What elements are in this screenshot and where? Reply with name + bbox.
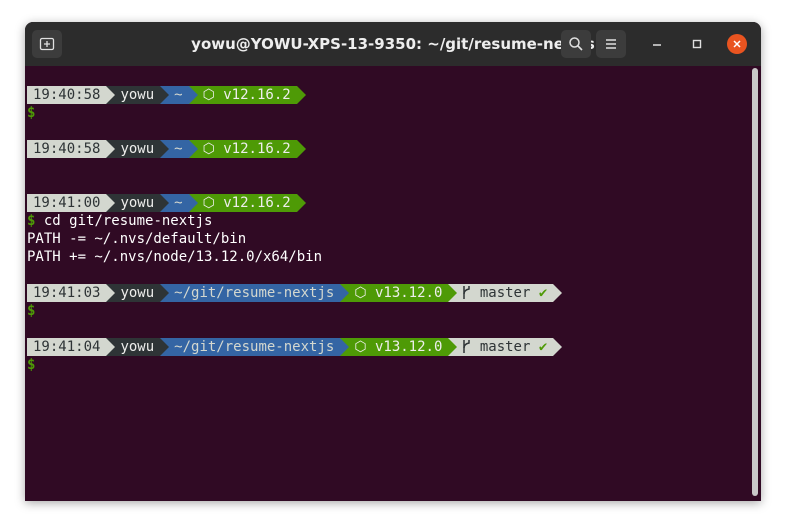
terminal-output[interactable]: 19:40:58 yowu ~ ⬡ v12.16.2 $ 19:40:58 yo… (25, 66, 761, 501)
git-branch-icon (463, 286, 471, 299)
scrollbar[interactable] (752, 68, 758, 496)
prompt-time: 19:40:58 (27, 86, 116, 104)
title-bar[interactable]: yowu@YOWU-XPS-13-9350: ~/git/resume-next… (25, 22, 761, 66)
prompt-time: 19:41:03 (27, 284, 116, 302)
output-line: PATH += ~/.nvs/node/13.12.0/x64/bin (27, 249, 323, 265)
git-branch-name: master (479, 339, 531, 355)
prompt-node-version: ⬡ v12.16.2 (188, 194, 306, 212)
git-clean-icon: ✔ (538, 339, 548, 355)
prompt-line: 19:41:00 yowu ~ ⬡ v12.16.2 (27, 194, 306, 212)
prompt-symbol: $ (27, 105, 36, 121)
menu-button[interactable] (596, 30, 626, 58)
command-line: $ (27, 302, 35, 320)
minimize-button[interactable] (647, 34, 667, 54)
command-line: $ (27, 104, 35, 122)
git-branch-icon (463, 340, 471, 353)
prompt-symbol: $ (27, 213, 36, 229)
prompt-time: 19:40:58 (27, 140, 116, 158)
command-line: $ (27, 356, 35, 374)
prompt-line: 19:40:58 yowu ~ ⬡ v12.16.2 (27, 86, 306, 104)
minimize-icon (653, 44, 661, 46)
prompt-line: 19:41:03 yowu ~/git/resume-nextjs ⬡ v13.… (27, 284, 563, 302)
prompt-git: master ✔ (448, 338, 563, 356)
new-tab-button[interactable] (32, 30, 62, 58)
prompt-line: 19:41:04 yowu ~/git/resume-nextjs ⬡ v13.… (27, 338, 563, 356)
prompt-node-version: ⬡ v12.16.2 (188, 86, 306, 104)
maximize-icon (692, 39, 702, 49)
close-button[interactable] (727, 34, 747, 54)
command-text: cd git/resume-nextjs (43, 213, 213, 229)
close-icon (733, 40, 741, 48)
search-button[interactable] (561, 30, 591, 58)
git-clean-icon: ✔ (538, 285, 548, 301)
prompt-time: 19:41:04 (27, 338, 116, 356)
prompt-git: master ✔ (448, 284, 563, 302)
prompt-node-version: ⬡ v12.16.2 (188, 140, 306, 158)
command-line: $ cd git/resume-nextjs (27, 212, 212, 230)
prompt-line: 19:40:58 yowu ~ ⬡ v12.16.2 (27, 140, 306, 158)
prompt-symbol: $ (27, 357, 36, 373)
terminal-window: yowu@YOWU-XPS-13-9350: ~/git/resume-next… (25, 22, 761, 501)
hamburger-menu-icon (606, 39, 616, 49)
prompt-time: 19:41:00 (27, 194, 116, 212)
new-tab-icon (39, 37, 55, 51)
git-branch-name: master (479, 285, 531, 301)
prompt-symbol: $ (27, 303, 36, 319)
prompt-dir: ~/git/resume-nextjs (160, 284, 350, 302)
prompt-dir: ~/git/resume-nextjs (160, 338, 350, 356)
prompt-node-version: ⬡ v13.12.0 (340, 284, 458, 302)
prompt-node-version: ⬡ v13.12.0 (340, 338, 458, 356)
search-icon (569, 37, 583, 51)
maximize-button[interactable] (687, 34, 707, 54)
output-line: PATH -= ~/.nvs/default/bin (27, 231, 247, 247)
